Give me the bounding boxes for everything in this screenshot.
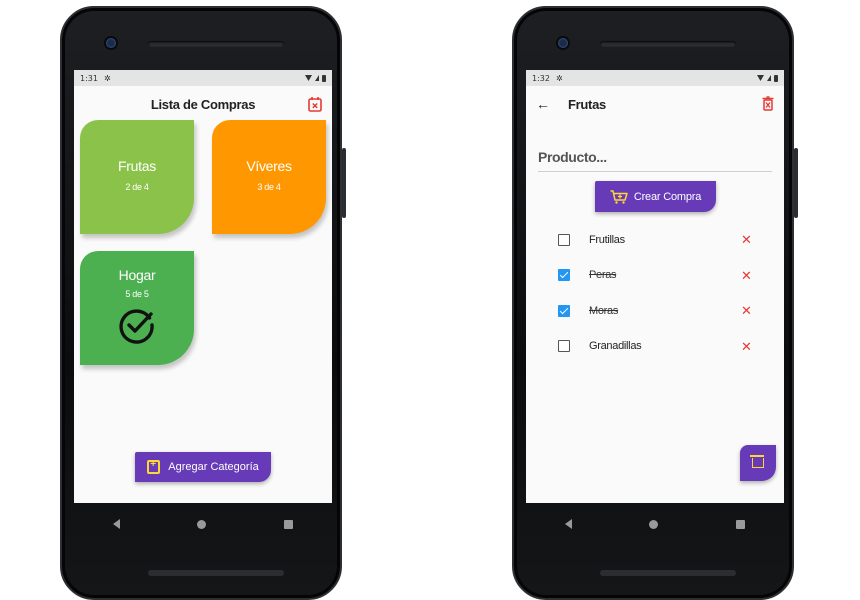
category-name: Víveres [246, 158, 292, 174]
app-bar: ← Frutas [526, 86, 784, 122]
product-list: Frutillas ✕ Peras ✕ Moras ✕ Granadillas … [526, 222, 784, 364]
wifi-icon [757, 75, 764, 81]
category-progress: 3 de 4 [257, 182, 281, 192]
remove-item-icon[interactable]: ✕ [741, 304, 752, 317]
nav-back-icon[interactable] [112, 519, 120, 529]
item-checkbox[interactable] [558, 340, 570, 353]
list-item: Peras ✕ [526, 258, 784, 294]
item-label: Granadillas [589, 340, 642, 353]
add-category-button[interactable]: Agregar Categoría [135, 452, 271, 482]
status-time: 1:32 [532, 73, 550, 83]
add-category-label: Agregar Categoría [168, 461, 259, 473]
earpiece-speaker [148, 41, 284, 47]
delete-category-icon[interactable] [762, 96, 774, 116]
product-input[interactable] [538, 142, 772, 171]
settings-icon: ✲ [103, 73, 111, 83]
list-item: Frutillas ✕ [526, 222, 784, 258]
bottom-speaker [600, 570, 736, 576]
earpiece-speaker [600, 41, 736, 47]
phone-right: 1:32 ✲ ← Frutas Producto... Crear Compra… [512, 6, 798, 600]
clear-list-icon [750, 455, 764, 468]
status-bar: 1:31 ✲ [74, 70, 332, 86]
check-circle-icon [119, 309, 154, 344]
wifi-icon [305, 75, 312, 81]
cart-icon [610, 189, 628, 204]
item-checkbox[interactable] [558, 304, 570, 317]
category-progress: 2 de 4 [125, 182, 149, 192]
product-input-wrapper [538, 142, 772, 172]
create-purchase-button[interactable]: Crear Compra [595, 181, 716, 212]
item-label: Peras [589, 269, 617, 282]
phone-left: 1:31 ✲ Lista de Compras Frutas 2 de 4 Ví… [60, 6, 346, 600]
category-tile-frutas[interactable]: Frutas 2 de 4 [80, 120, 194, 234]
app-bar: Lista de Compras [74, 86, 332, 122]
system-nav-bar [74, 503, 332, 545]
category-name: Frutas [118, 158, 156, 174]
category-tile-viveres[interactable]: Víveres 3 de 4 [212, 120, 326, 234]
clear-list-fab[interactable] [740, 445, 776, 481]
calendar-remove-icon[interactable] [308, 96, 322, 117]
system-nav-bar [526, 503, 784, 545]
status-bar: 1:32 ✲ [526, 70, 784, 86]
category-name: Hogar [118, 267, 156, 283]
category-tile-hogar[interactable]: Hogar 5 de 5 [80, 251, 194, 365]
nav-home-icon[interactable] [649, 519, 659, 529]
signal-icon [767, 75, 771, 81]
battery-icon [774, 74, 778, 82]
settings-icon: ✲ [555, 73, 563, 83]
nav-recents-icon[interactable] [736, 519, 746, 529]
front-camera [106, 38, 116, 48]
create-purchase-label: Crear Compra [633, 190, 702, 203]
list-item: Moras ✕ [526, 293, 784, 329]
nav-recents-icon[interactable] [284, 519, 294, 529]
battery-icon [322, 74, 326, 82]
front-camera [558, 38, 568, 48]
bottom-speaker [148, 570, 284, 576]
signal-icon [315, 75, 319, 81]
stage: 1:31 ✲ Lista de Compras Frutas 2 de 4 Ví… [0, 0, 860, 600]
status-time: 1:31 [80, 73, 98, 83]
back-arrow-icon[interactable]: ← [536, 96, 556, 112]
calendar-add-icon [147, 459, 161, 474]
screen-categories: 1:31 ✲ Lista de Compras Frutas 2 de 4 Ví… [74, 70, 332, 503]
remove-item-icon[interactable]: ✕ [741, 269, 752, 282]
remove-item-icon[interactable]: ✕ [741, 340, 752, 353]
item-checkbox[interactable] [558, 233, 570, 246]
remove-item-icon[interactable]: ✕ [741, 233, 752, 246]
page-title: Lista de Compras [150, 96, 256, 112]
item-label: Frutillas [589, 233, 625, 246]
item-label: Moras [589, 304, 619, 317]
nav-home-icon[interactable] [197, 519, 207, 529]
page-title: Frutas [568, 96, 606, 112]
list-item: Granadillas ✕ [526, 329, 784, 365]
category-progress: 5 de 5 [125, 289, 149, 299]
item-checkbox[interactable] [558, 269, 570, 282]
nav-back-icon[interactable] [564, 519, 572, 529]
screen-products: 1:32 ✲ ← Frutas Producto... Crear Compra… [526, 70, 784, 503]
